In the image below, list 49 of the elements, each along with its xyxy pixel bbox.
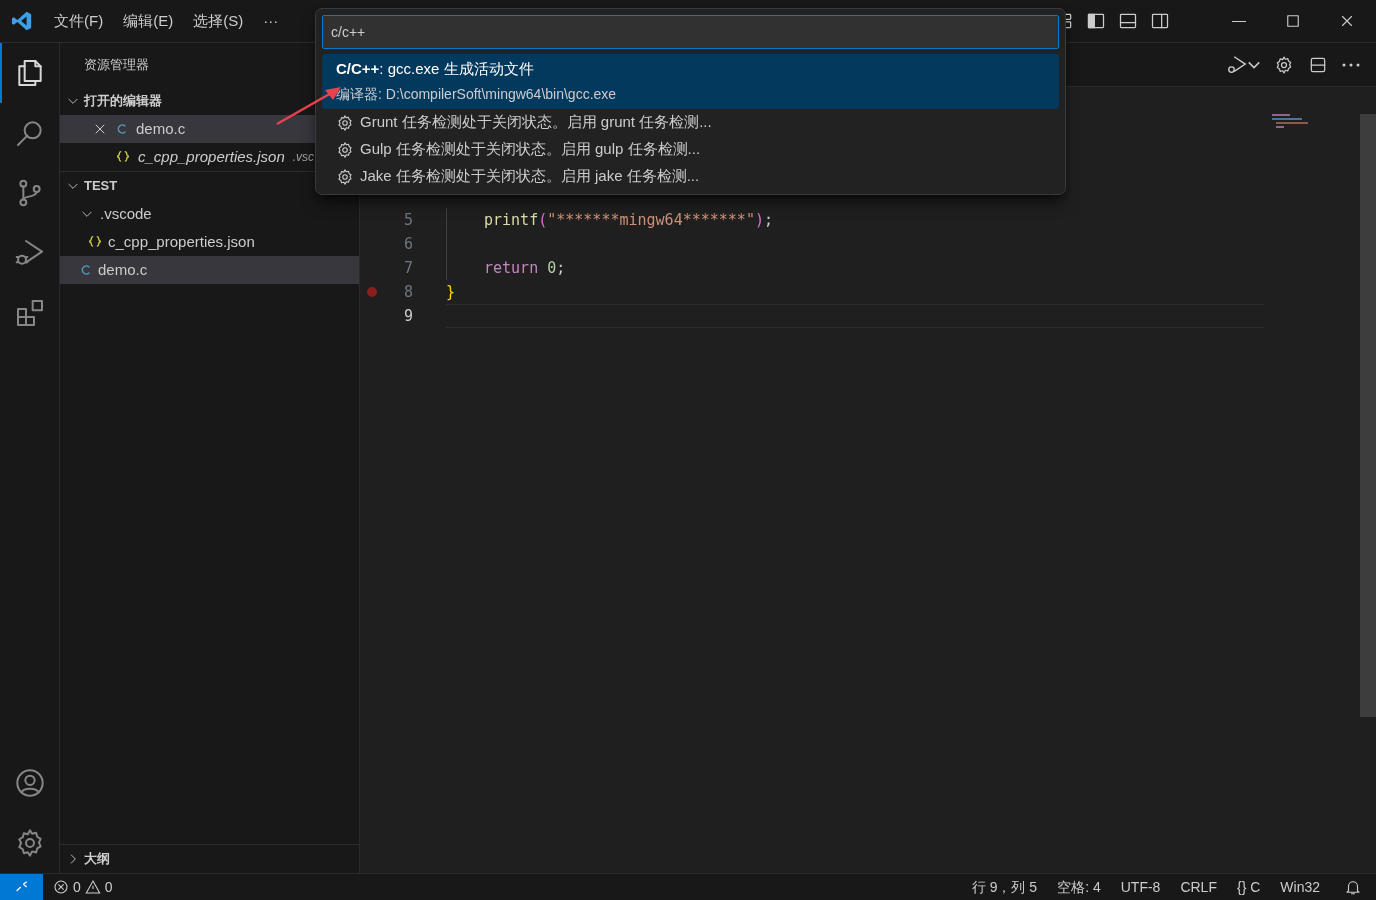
- menu-item[interactable]: ···: [253, 9, 289, 33]
- quick-pick-input[interactable]: c/c++: [322, 15, 1059, 49]
- status-item[interactable]: 行 9，列 5: [961, 876, 1048, 898]
- warning-icon: [84, 879, 101, 895]
- settings-icon: [1274, 54, 1294, 75]
- maximize-icon: [1284, 12, 1302, 30]
- gear-icon: [336, 140, 354, 159]
- panel-icon: [1118, 11, 1138, 31]
- account-icon: [13, 767, 46, 799]
- minimize-icon[interactable]: [1232, 20, 1246, 22]
- status-item[interactable]: 空格: 4: [1047, 876, 1111, 898]
- open-editor-item[interactable]: c_cpp_properties.json .vsc: [60, 143, 359, 171]
- line-number: 7: [402, 257, 413, 279]
- caret-icon: [1248, 60, 1260, 69]
- line-number: 9: [402, 305, 413, 327]
- line-number: 6: [402, 233, 413, 255]
- status-item[interactable]: CRLF: [1170, 876, 1227, 898]
- menu-item[interactable]: 编辑(E): [113, 9, 184, 33]
- gear-icon: [336, 113, 354, 132]
- play-bug-icon: [1226, 53, 1248, 76]
- primary-sidebar-icon: [1086, 11, 1106, 31]
- run-debug-button[interactable]: [1226, 53, 1260, 76]
- c-file-icon: [80, 263, 92, 277]
- menu-item[interactable]: 文件(F): [44, 9, 114, 33]
- status-item[interactable]: Win32: [1270, 876, 1330, 898]
- error-icon: [53, 879, 69, 895]
- file-item[interactable]: demo.c: [60, 256, 359, 284]
- json-braces-icon: [88, 235, 102, 249]
- status-item[interactable]: {} C: [1226, 876, 1271, 898]
- scrollbar-thumb[interactable]: [1360, 114, 1376, 717]
- file-item[interactable]: c_cpp_properties.json: [60, 228, 359, 256]
- bell-icon: [1344, 878, 1362, 896]
- json-braces-icon: [116, 150, 130, 164]
- sidebar-title: 资源管理器: [84, 56, 149, 75]
- line-number: 8: [402, 281, 413, 303]
- code-line: return 0;: [483, 257, 567, 279]
- problems-button[interactable]: 0 0: [53, 876, 113, 898]
- section-header[interactable]: 大纲: [60, 845, 359, 873]
- status-item[interactable]: UTF-8: [1110, 876, 1171, 898]
- more-icon[interactable]: [1342, 62, 1360, 67]
- line-number: 5: [402, 209, 413, 231]
- editor-logo-icon: [11, 10, 33, 32]
- gear-icon: [336, 167, 354, 186]
- secondary-sidebar-icon: [1150, 11, 1170, 31]
- code-line: printf("*******mingw64*******");: [483, 209, 774, 231]
- code-line: }: [446, 281, 457, 303]
- c-file-icon: [116, 122, 128, 136]
- folder-item[interactable]: .vscode: [60, 200, 359, 228]
- menu-item[interactable]: 选择(S): [183, 9, 254, 33]
